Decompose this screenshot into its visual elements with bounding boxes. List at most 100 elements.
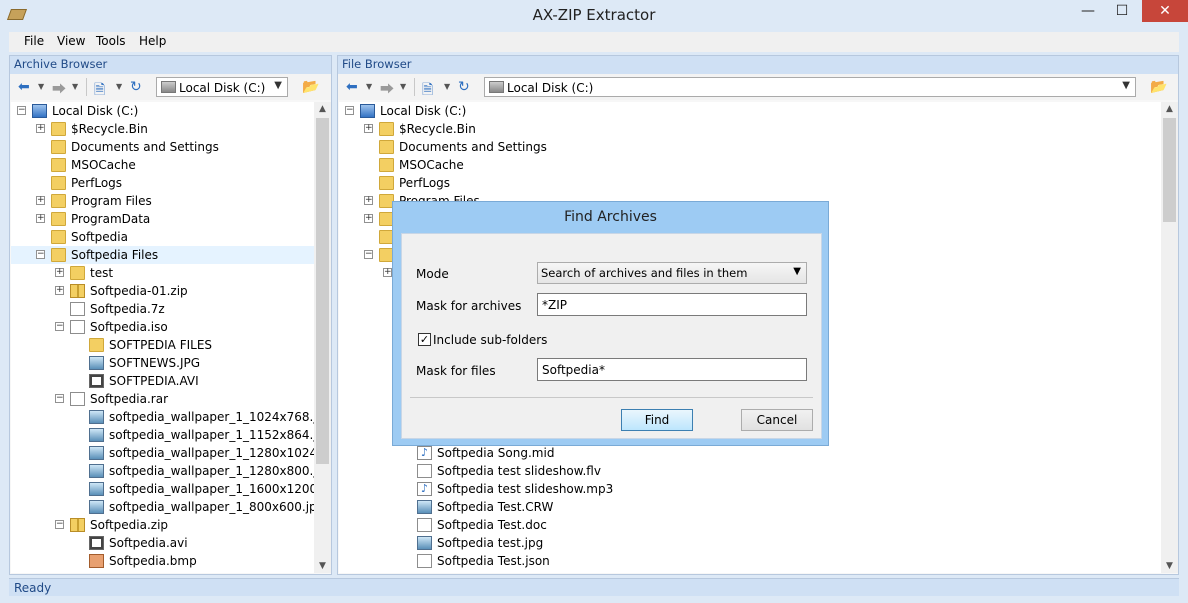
tree-item[interactable]: Softpedia test.jpg xyxy=(339,534,1161,552)
tree-item[interactable]: MSOCache xyxy=(339,156,1161,174)
view-dropdown-icon[interactable]: ▼ xyxy=(116,82,122,91)
expand-icon[interactable]: + xyxy=(55,268,64,277)
file-icon xyxy=(70,302,85,316)
tree-item[interactable]: − Softpedia.zip xyxy=(11,516,314,534)
tree-item[interactable]: Softpedia Test.doc xyxy=(339,516,1161,534)
collapse-icon[interactable]: − xyxy=(55,322,64,331)
refresh-icon[interactable]: ↻ xyxy=(458,79,470,95)
tree-item[interactable]: Softpedia test slideshow.flv xyxy=(339,462,1161,480)
back-icon[interactable]: ⬅ xyxy=(346,79,358,95)
minimize-button[interactable]: — xyxy=(1072,0,1104,22)
view-icon[interactable]: 🗎 xyxy=(422,79,433,103)
tree-item[interactable]: softpedia_wallpaper_1_1600x1200.jpg xyxy=(11,480,314,498)
tree-item[interactable]: PerfLogs xyxy=(11,174,314,192)
expand-icon[interactable]: + xyxy=(364,196,373,205)
scroll-down-icon[interactable]: ▼ xyxy=(1161,559,1178,573)
collapse-icon[interactable]: − xyxy=(55,394,64,403)
back-dropdown-icon[interactable]: ▼ xyxy=(38,82,44,91)
back-dropdown-icon[interactable]: ▼ xyxy=(366,82,372,91)
menu-file[interactable]: File xyxy=(24,34,44,48)
folder-icon xyxy=(51,230,66,244)
tree-item[interactable]: ♪ Softpedia test slideshow.mp3 xyxy=(339,480,1161,498)
tree-item[interactable]: Softpedia xyxy=(11,228,314,246)
find-button[interactable]: Find xyxy=(621,409,693,431)
extract-icon[interactable]: 📂 xyxy=(1150,79,1167,95)
archive-scrollbar[interactable]: ▲ ▼ xyxy=(314,102,331,573)
tree-item[interactable]: SOFTPEDIA.AVI xyxy=(11,372,314,390)
tree-item[interactable]: + $Recycle.Bin xyxy=(339,120,1161,138)
expand-icon[interactable]: + xyxy=(55,286,64,295)
forward-dropdown-icon[interactable]: ▼ xyxy=(400,82,406,91)
tree-item[interactable]: Softpedia.7z xyxy=(11,300,314,318)
refresh-icon[interactable]: ↻ xyxy=(130,79,142,95)
view-dropdown-icon[interactable]: ▼ xyxy=(444,82,450,91)
tree-item[interactable]: Softpedia.avi xyxy=(11,534,314,552)
tree-item-label: softpedia_wallpaper_1_1600x1200.jpg xyxy=(109,482,314,496)
tree-item[interactable]: ♪ Softpedia Song.mid xyxy=(339,444,1161,462)
tree-item[interactable]: − Local Disk (C:) xyxy=(339,102,1161,120)
menu-help[interactable]: Help xyxy=(139,34,166,48)
tree-item[interactable]: Softpedia Test.CRW xyxy=(339,498,1161,516)
tree-item[interactable]: SOFTNEWS.JPG xyxy=(11,354,314,372)
forward-icon[interactable]: ⮕ xyxy=(52,79,66,99)
tree-item[interactable]: MSOCache xyxy=(11,156,314,174)
expand-icon[interactable]: + xyxy=(36,196,45,205)
expand-icon[interactable]: + xyxy=(364,214,373,223)
expand-icon[interactable]: + xyxy=(36,214,45,223)
scroll-thumb[interactable] xyxy=(1163,118,1176,222)
tree-item[interactable]: + Softpedia-01.zip xyxy=(11,282,314,300)
expand-icon[interactable]: + xyxy=(36,124,45,133)
scroll-up-icon[interactable]: ▲ xyxy=(1161,102,1178,116)
view-icon[interactable]: 🗎 xyxy=(94,79,105,103)
include-subfolders-label[interactable]: Include sub-folders xyxy=(433,333,547,347)
collapse-icon[interactable]: − xyxy=(55,520,64,529)
tree-item[interactable]: softpedia_wallpaper_1_1280x1024.jpg xyxy=(11,444,314,462)
mode-select[interactable]: Search of archives and files in them ▼ xyxy=(537,262,807,284)
tree-item[interactable]: softpedia_wallpaper_1_1152x864.jpg xyxy=(11,426,314,444)
collapse-icon[interactable]: − xyxy=(345,106,354,115)
tree-item[interactable]: − Softpedia Files xyxy=(11,246,314,264)
tree-item[interactable]: − Softpedia.rar xyxy=(11,390,314,408)
file-location-select[interactable]: Local Disk (C:) ▼ xyxy=(484,77,1136,97)
tree-item[interactable]: + test xyxy=(11,264,314,282)
close-button[interactable]: ✕ xyxy=(1142,0,1188,22)
mask-files-input[interactable] xyxy=(537,358,807,381)
tree-item[interactable]: SOFTPEDIA FILES xyxy=(11,336,314,354)
tree-item[interactable]: Softpedia Test.json xyxy=(339,552,1161,570)
expand-icon[interactable]: + xyxy=(364,124,373,133)
tree-item[interactable]: + ProgramData xyxy=(11,210,314,228)
archive-location-select[interactable]: Local Disk (C:) ▼ xyxy=(156,77,288,97)
tree-item[interactable]: + $Recycle.Bin xyxy=(11,120,314,138)
open-folder-icon[interactable]: 📂 xyxy=(302,79,319,95)
collapse-icon[interactable]: − xyxy=(17,106,26,115)
file-scrollbar[interactable]: ▲ ▼ xyxy=(1161,102,1178,573)
tree-item[interactable]: − Softpedia.iso xyxy=(11,318,314,336)
tree-item[interactable]: Documents and Settings xyxy=(339,138,1161,156)
cancel-button[interactable]: Cancel xyxy=(741,409,813,431)
forward-dropdown-icon[interactable]: ▼ xyxy=(72,82,78,91)
menu-tools[interactable]: Tools xyxy=(96,34,126,48)
tree-item[interactable]: + Program Files xyxy=(11,192,314,210)
collapse-icon[interactable]: − xyxy=(364,250,373,259)
tree-item[interactable]: softpedia_wallpaper_1_800x600.jpg xyxy=(11,498,314,516)
include-subfolders-checkbox[interactable]: ✓ xyxy=(418,333,431,346)
folder-icon xyxy=(51,248,66,262)
collapse-icon[interactable]: − xyxy=(36,250,45,259)
scroll-down-icon[interactable]: ▼ xyxy=(314,559,331,573)
tree-item[interactable]: Softpedia.bmp xyxy=(11,552,314,570)
archive-tree[interactable]: − Local Disk (C:) + $Recycle.Bin Documents a… xyxy=(11,102,314,573)
tree-item[interactable]: − Local Disk (C:) xyxy=(11,102,314,120)
forward-icon[interactable]: ⮕ xyxy=(380,79,394,99)
back-icon[interactable]: ⬅ xyxy=(18,79,30,95)
expand-icon[interactable]: + xyxy=(383,268,392,277)
menu-view[interactable]: View xyxy=(57,34,85,48)
scroll-thumb[interactable] xyxy=(316,118,329,464)
chevron-down-icon: ▼ xyxy=(793,266,801,277)
tree-item[interactable]: softpedia_wallpaper_1_1024x768.jpg xyxy=(11,408,314,426)
scroll-up-icon[interactable]: ▲ xyxy=(314,102,331,116)
mask-archives-input[interactable] xyxy=(537,293,807,316)
tree-item[interactable]: Documents and Settings xyxy=(11,138,314,156)
maximize-button[interactable]: ☐ xyxy=(1106,0,1138,22)
tree-item[interactable]: PerfLogs xyxy=(339,174,1161,192)
tree-item[interactable]: softpedia_wallpaper_1_1280x800.jpg xyxy=(11,462,314,480)
